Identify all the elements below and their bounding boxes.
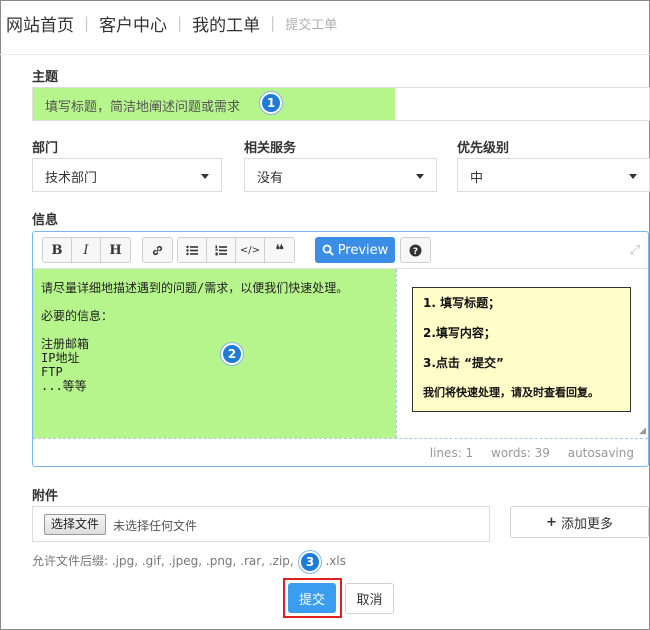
chevron-down-icon [416, 174, 424, 179]
service-label: 相关服务 [244, 141, 297, 156]
words-count: words: 39 [491, 446, 550, 460]
svg-text:?: ? [413, 247, 418, 257]
quote-icon[interactable]: ❝ [265, 238, 294, 262]
link-group [142, 237, 173, 263]
format-group: B I H [42, 237, 131, 263]
breadcrumb-home[interactable]: 网站首页 [6, 11, 74, 36]
service-value: 没有 [257, 171, 284, 186]
department-value: 技术部门 [45, 171, 98, 186]
no-file-text: 未选择任何文件 [113, 519, 198, 533]
preview-label: Preview [337, 242, 389, 258]
plus-icon: + [546, 514, 557, 530]
breadcrumb-customer-center[interactable]: 客户中心 [99, 11, 167, 36]
help-step-2: 2.填写内容； [423, 326, 496, 340]
step-badge-3: 3 [299, 551, 321, 573]
file-input: 选择文件 未选择任何文件 [32, 506, 490, 542]
breadcrumb-current: 提交工单 [285, 17, 338, 33]
subject-label: 主题 [32, 70, 59, 85]
italic-button[interactable]: I [72, 238, 101, 262]
priority-select[interactable]: 中 [457, 158, 650, 192]
resize-handle[interactable]: ◢ [639, 426, 646, 436]
editor-statusbar: lines: 1 words: 39 autosaving [33, 438, 648, 466]
add-more-button[interactable]: + 添加更多 [510, 506, 649, 538]
autosave-status: autosaving [567, 446, 634, 460]
bold-button[interactable]: B [43, 238, 72, 262]
cancel-button[interactable]: 取消 [345, 583, 394, 614]
link-icon[interactable] [143, 238, 172, 262]
step-badge-1: 1 [260, 92, 282, 114]
subject-placeholder: 填写标题，简洁地阐述问题或需求 [45, 100, 241, 115]
editor-preview-pane: 1. 填写标题； 2.填写内容； 3.点击 “提交” 我们将快速处理，请及时查看… [396, 269, 648, 438]
help-step-3: 3.点击 “提交” [423, 356, 504, 370]
breadcrumb-separator: | [177, 14, 183, 32]
code-icon[interactable]: </> [236, 238, 265, 262]
chevron-down-icon [629, 174, 637, 179]
subject-input[interactable]: 填写标题，简洁地阐述问题或需求 [32, 87, 650, 121]
breadcrumb-my-tickets[interactable]: 我的工单 [192, 11, 260, 36]
help-note-box: 1. 填写标题； 2.填写内容； 3.点击 “提交” 我们将快速处理，请及时查看… [412, 287, 631, 412]
fullscreen-icon[interactable]: ⤢ [630, 243, 640, 258]
attachment-label: 附件 [32, 489, 59, 504]
block-group: </> ❝ [177, 237, 295, 263]
service-select[interactable]: 没有 [244, 158, 437, 192]
department-select[interactable]: 技术部门 [32, 158, 222, 192]
unordered-list-icon[interactable] [178, 238, 207, 262]
editor-toolbar: B I H </> ❝ Preview ? ⤢ [33, 232, 648, 269]
editor-write-pane[interactable]: 请尽量详细地描述遇到的问题/需求，以便我们快速处理。 必要的信息： 注册邮箱 I… [33, 269, 396, 438]
choose-file-button[interactable]: 选择文件 [44, 514, 107, 535]
message-label: 信息 [32, 213, 59, 228]
priority-label: 优先级别 [457, 141, 510, 156]
help-note-text: 我们将快速处理，请及时查看回复。 [423, 386, 599, 399]
lines-count: lines: 1 [429, 446, 474, 460]
help-step-1: 1. 填写标题； [423, 296, 501, 310]
breadcrumb-separator: | [84, 14, 90, 32]
add-more-label: 添加更多 [560, 516, 613, 532]
markdown-editor: B I H </> ❝ Preview ? ⤢ 请尽量详细地描述遇到的问题/需求… [32, 231, 649, 467]
help-icon[interactable]: ? [401, 238, 430, 262]
step-badge-2: 2 [221, 343, 243, 365]
submit-button[interactable]: 提交 [288, 583, 336, 613]
editor-content: 请尽量详细地描述遇到的问题/需求，以便我们快速处理。 必要的信息： 注册邮箱 I… [41, 281, 349, 393]
department-label: 部门 [32, 141, 59, 156]
breadcrumb: 网站首页 | 客户中心 | 我的工单 | 提交工单 [6, 11, 338, 36]
divider [0, 54, 650, 55]
search-icon [322, 244, 334, 256]
preview-button[interactable]: Preview [315, 237, 395, 263]
priority-value: 中 [470, 171, 484, 186]
help-group: ? [400, 237, 431, 263]
ordered-list-icon[interactable] [207, 238, 236, 262]
chevron-down-icon [201, 174, 209, 179]
heading-button[interactable]: H [101, 238, 130, 262]
breadcrumb-separator: | [270, 14, 276, 32]
